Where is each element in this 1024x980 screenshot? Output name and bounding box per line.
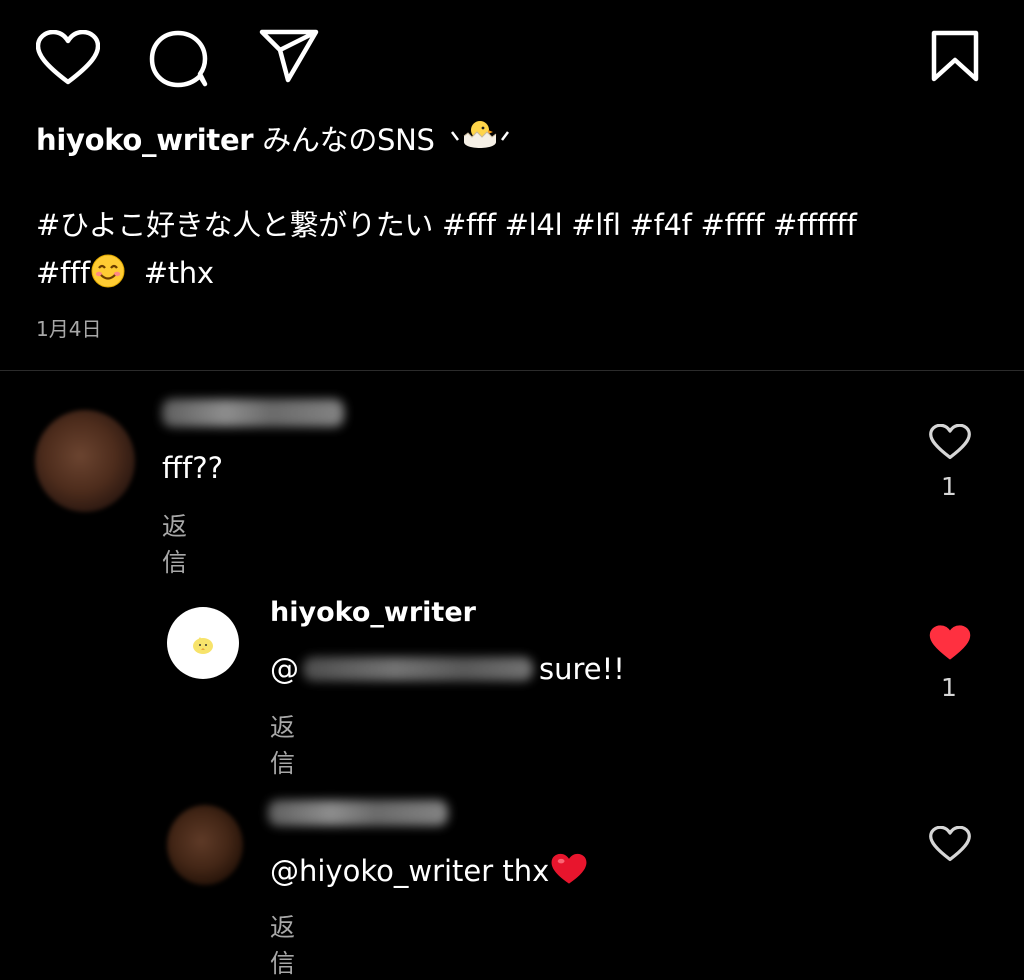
reply-button[interactable]: 返信 [270, 908, 295, 980]
post-username[interactable]: hiyoko_writer [36, 123, 254, 157]
post-caption-line-1: hiyoko_writer みんなのSNS [36, 118, 512, 162]
post-hashtags-line-2: #fff #thx [36, 253, 214, 297]
caption-text: みんなのSNS [262, 123, 435, 157]
mention-prefix: @ [270, 652, 299, 686]
like-count: 1 [941, 673, 957, 702]
blurred-username[interactable] [268, 800, 448, 826]
comment-body: @hiyoko_writer thx [270, 854, 550, 888]
bookmark-icon[interactable] [930, 30, 980, 82]
divider [0, 370, 1024, 371]
comment-text: @ sure!! [270, 652, 625, 686]
avatar[interactable] [167, 607, 239, 679]
like-heart-icon[interactable] [36, 30, 100, 86]
avatar[interactable] [167, 805, 243, 885]
hatching-chick-emoji-icon [448, 118, 512, 162]
chick-icon [193, 637, 213, 654]
hashtag-fff[interactable]: #fff [36, 256, 90, 290]
blurred-mention[interactable] [303, 657, 533, 681]
red-heart-emoji-icon [551, 853, 587, 892]
like-count: 1 [941, 472, 957, 501]
comment-like-heart-icon[interactable] [929, 424, 971, 460]
share-paper-plane-icon[interactable] [258, 28, 320, 84]
post-hashtags-line-1: #ひよこ好きな人と繋がりたい #fff #l4l #lfl #f4f #ffff… [36, 208, 857, 242]
hashtag-thx[interactable]: #thx [144, 256, 214, 290]
comment-like-heart-icon[interactable] [929, 826, 971, 862]
reply-button[interactable]: 返信 [162, 507, 187, 579]
blurred-username[interactable] [162, 399, 344, 427]
comment-username[interactable]: hiyoko_writer [270, 597, 476, 628]
comment-liked-heart-icon[interactable] [929, 625, 971, 661]
reply-button[interactable]: 返信 [270, 708, 295, 780]
comment-text: @hiyoko_writer thx [270, 853, 587, 892]
avatar[interactable] [35, 410, 135, 512]
comment-body: sure!! [539, 652, 625, 686]
comment-text: fff?? [162, 451, 223, 485]
smiling-face-emoji-icon [90, 253, 126, 297]
comment-icon[interactable] [148, 30, 210, 88]
post-date: 1月4日 [36, 317, 102, 341]
